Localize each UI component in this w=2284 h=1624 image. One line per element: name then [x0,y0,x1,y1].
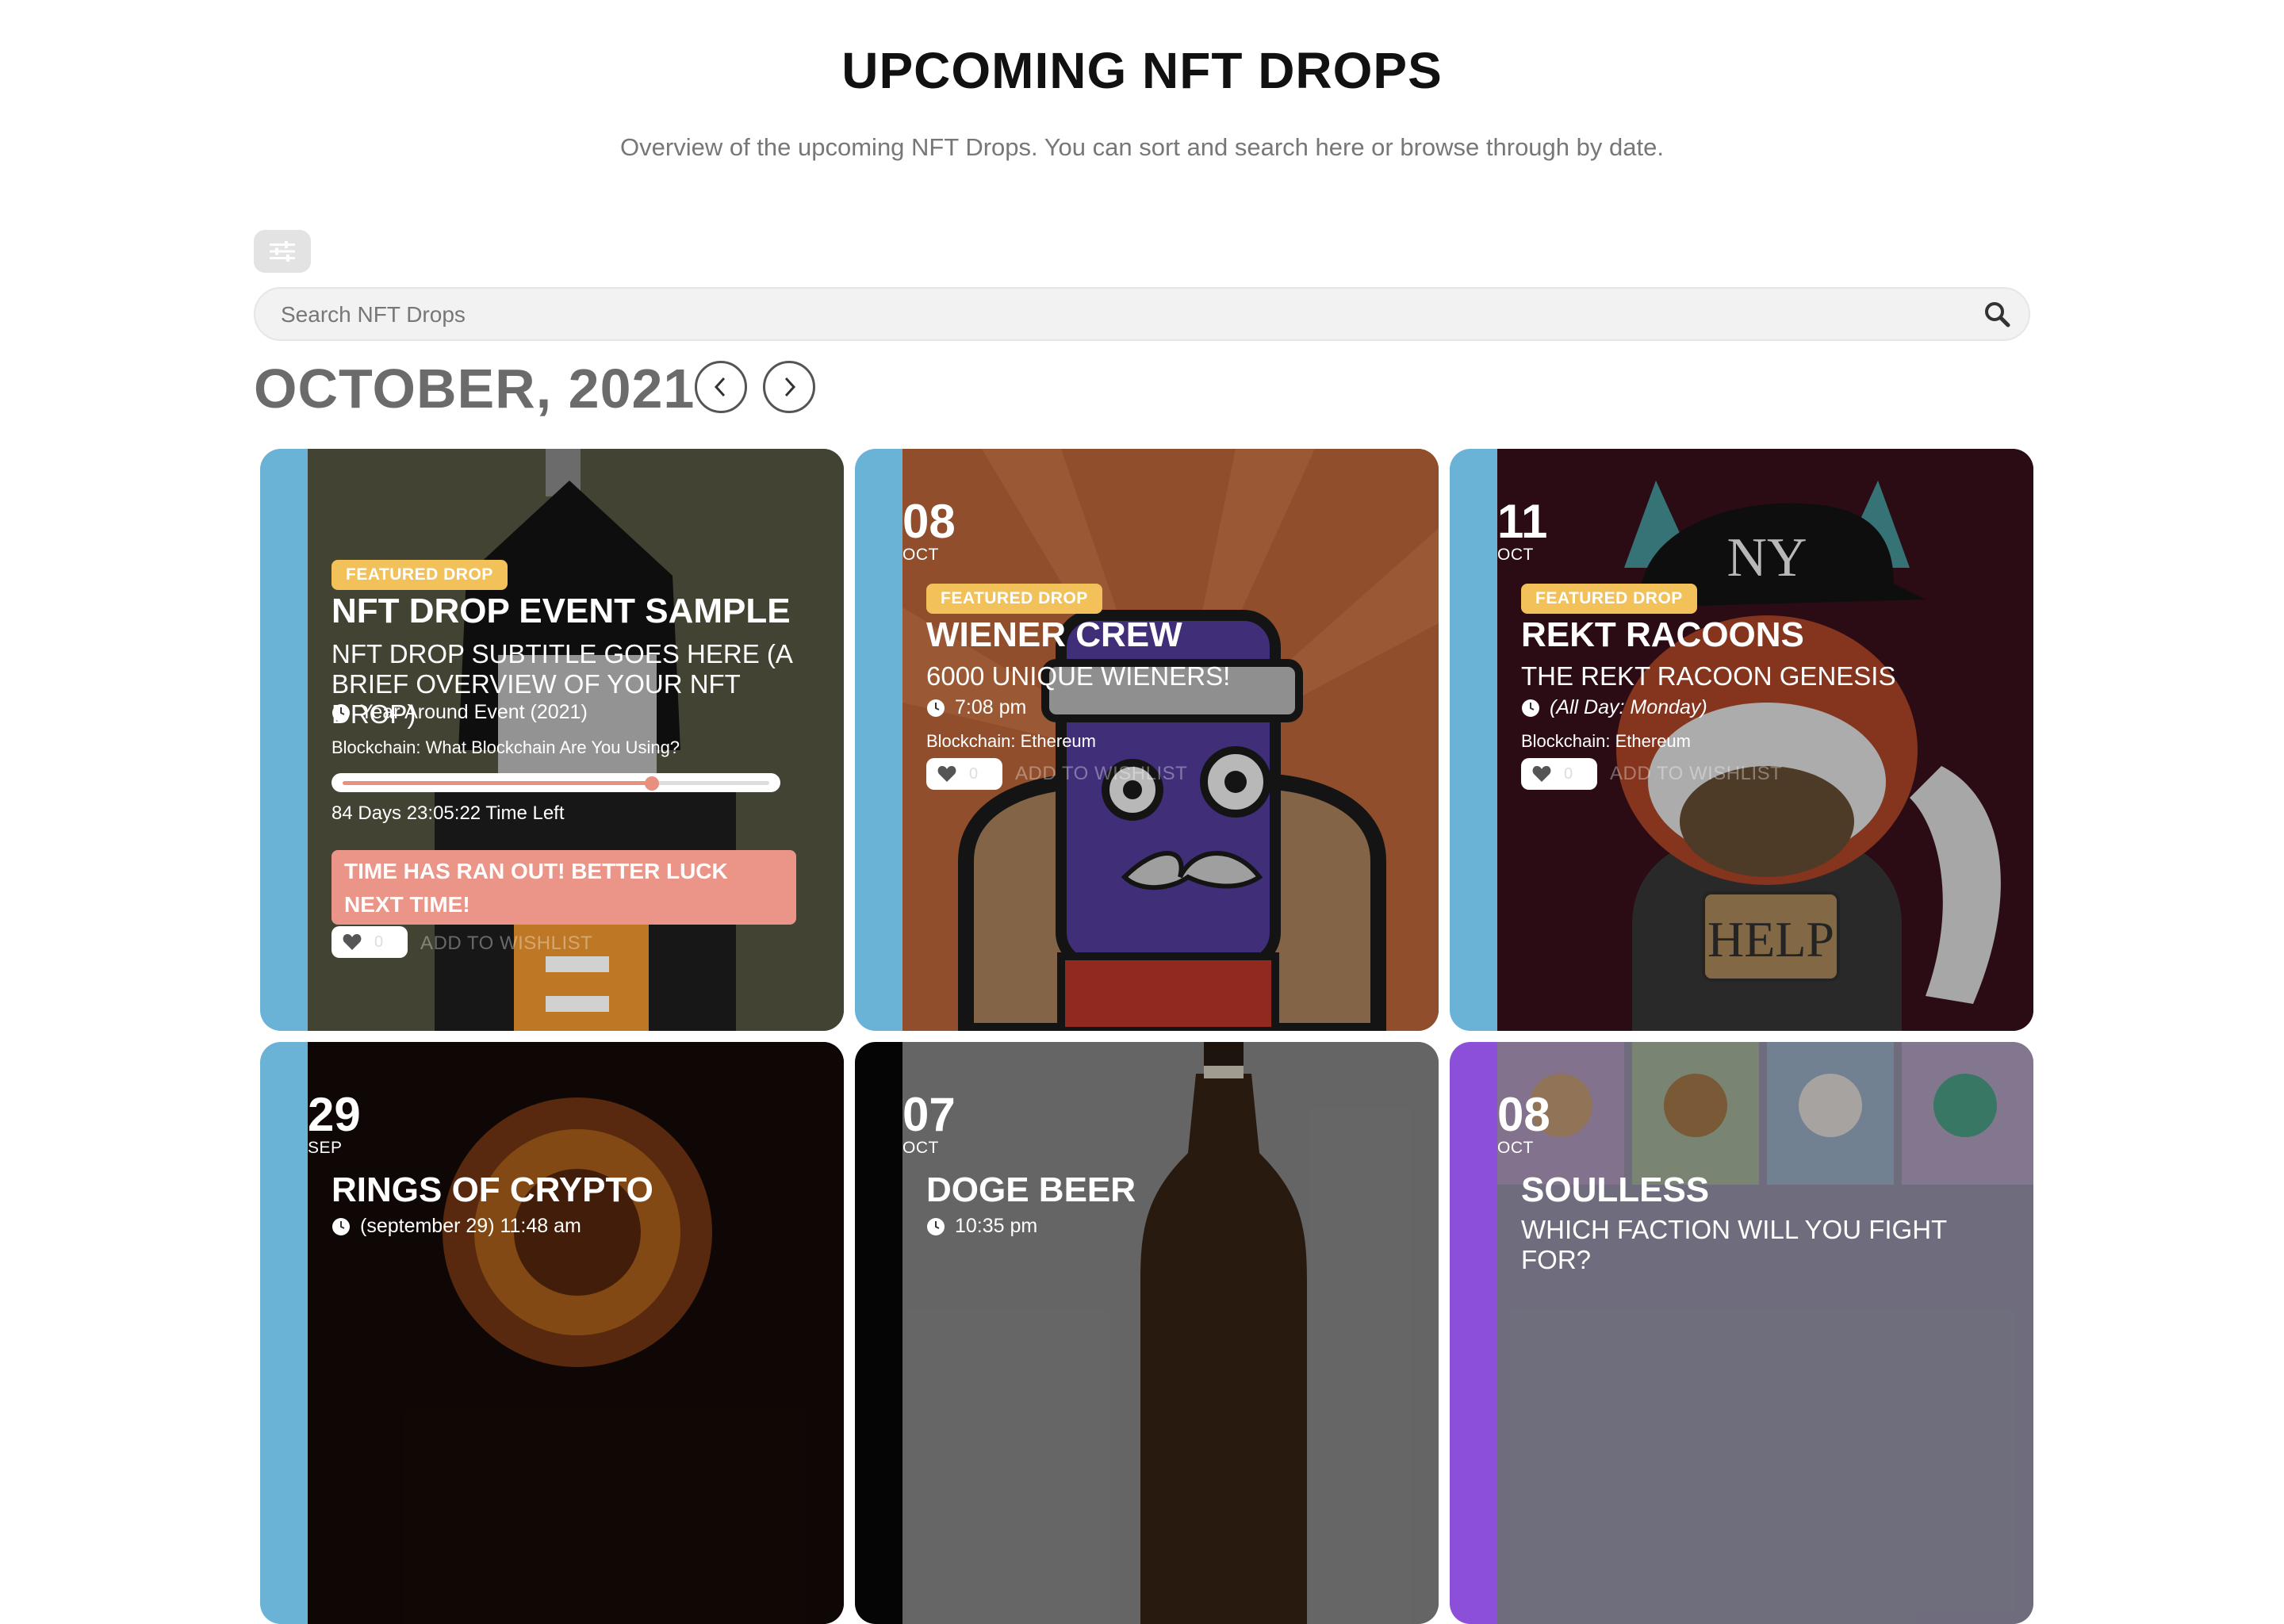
filter-toggle-button[interactable] [254,230,311,273]
event-card[interactable]: 29 SEP RINGS OF CRYPTO (september 29) 11… [260,1042,844,1624]
event-card[interactable]: 07 OCT DOGE BEER 10:35 pm [855,1042,1439,1624]
card-title[interactable]: DOGE BEER [926,1170,1136,1210]
event-day: 11 [1497,495,1548,548]
wishlist-button[interactable]: 0 [926,758,1002,790]
heart-icon [937,766,956,782]
countdown-progress-bar [331,773,780,792]
event-time-text: 7:08 pm [955,696,1027,718]
progress-fill [343,781,652,785]
clock-icon [927,699,945,717]
add-to-wishlist-link[interactable]: ADD TO WISHLIST [1015,763,1187,785]
card-title[interactable]: RINGS OF CRYPTO [331,1170,653,1210]
expired-notice: TIME HAS RAN OUT! BETTER LUCK NEXT TIME! [331,850,796,925]
featured-badge: FEATURED DROP [1521,584,1697,614]
event-time: (september 29) 11:48 am [331,1215,581,1238]
clock-icon [332,1217,350,1235]
card-subtitle: WHICH FACTION WILL YOU FIGHT FOR? [1521,1215,1947,1274]
heart-icon [343,934,362,950]
card-color-stripe [855,1042,902,1624]
event-month: OCT [1497,546,1534,564]
event-time: 7:08 pm [926,696,1026,719]
event-day: 29 [308,1088,361,1141]
wishlist-button[interactable]: 0 [331,926,408,958]
event-time-text: (september 29) 11:48 am [360,1215,581,1237]
next-month-button[interactable] [763,361,815,413]
event-card[interactable]: 08 OCT FEATURED DROP WIENER CREW 6000 UN… [855,449,1439,1031]
card-color-stripe [1450,1042,1497,1624]
event-month: OCT [902,546,939,564]
page-subtitle: Overview of the upcoming NFT Drops. You … [620,133,1664,161]
event-card[interactable]: FEATURED DROP NFT DROP EVENT SAMPLE NFT … [260,449,844,1031]
card-color-stripe [260,1042,308,1624]
prev-month-button[interactable] [695,361,747,413]
add-to-wishlist-link[interactable]: ADD TO WISHLIST [420,933,592,955]
clock-icon [927,1217,945,1235]
search-bar [254,287,2030,341]
card-color-stripe [855,449,902,1031]
page-title: UPCOMING NFT DROPS [841,42,1443,99]
clock-icon [332,703,350,722]
event-time-text: (All Day: Monday) [1550,696,1707,718]
clock-icon [1522,699,1539,717]
featured-badge: FEATURED DROP [331,560,508,590]
event-day: 08 [1497,1088,1550,1141]
wishlist-button[interactable]: 0 [1521,758,1597,790]
event-day: 07 [902,1088,956,1141]
event-day: 08 [902,495,956,548]
card-subtitle: THE REKT RACOON GENESIS [1521,661,1896,691]
card-image [308,1042,844,1624]
event-month: OCT [1497,1139,1534,1157]
blockchain-info: Blockchain: What Blockchain Are You Usin… [331,737,680,757]
event-month: SEP [308,1139,343,1157]
featured-badge: FEATURED DROP [926,584,1102,614]
chevron-left-icon [714,377,726,397]
card-color-stripe [260,449,308,1031]
blockchain-info: Blockchain: Ethereum [1521,731,1691,751]
event-time: Year Around Event (2021) [331,701,588,724]
event-time-text: 10:35 pm [955,1215,1038,1237]
card-color-stripe [1450,449,1497,1031]
blockchain-info: Blockchain: Ethereum [926,731,1096,751]
event-time: 10:35 pm [926,1215,1037,1238]
event-card[interactable]: 08 OCT SOULLESS WHICH FACTION WILL YOU F… [1450,1042,2033,1624]
progress-knob [645,776,659,791]
wishlist-count: 0 [374,933,384,951]
heart-icon [1532,766,1551,782]
search-icon[interactable] [1983,300,2011,328]
card-image [902,1042,1439,1624]
card-image [1497,1042,2033,1624]
progress-remaining [652,781,769,785]
wishlist-count: 0 [969,764,979,783]
wishlist-count: 0 [1564,764,1573,783]
search-input[interactable] [279,289,1948,341]
event-card[interactable]: NY HELP 11 OCT FEATURED DROP REKT RACOON… [1450,449,2033,1031]
time-left-text: 84 Days 23:05:22 Time Left [331,802,565,824]
chevron-right-icon [784,377,796,397]
event-time-text: Year Around Event (2021) [360,701,588,723]
sliders-icon [270,241,295,262]
card-title[interactable]: NFT DROP EVENT SAMPLE [331,592,791,631]
event-month: OCT [902,1139,939,1157]
event-time: (All Day: Monday) [1521,696,1707,719]
card-title[interactable]: SOULLESS [1521,1170,1709,1210]
card-title[interactable]: WIENER CREW [926,615,1182,655]
month-title: OCTOBER, 2021 [254,358,696,419]
card-subtitle: 6000 UNIQUE WIENERS! [926,661,1231,691]
card-title[interactable]: REKT RACOONS [1521,615,1804,655]
add-to-wishlist-link[interactable]: ADD TO WISHLIST [1610,763,1782,785]
